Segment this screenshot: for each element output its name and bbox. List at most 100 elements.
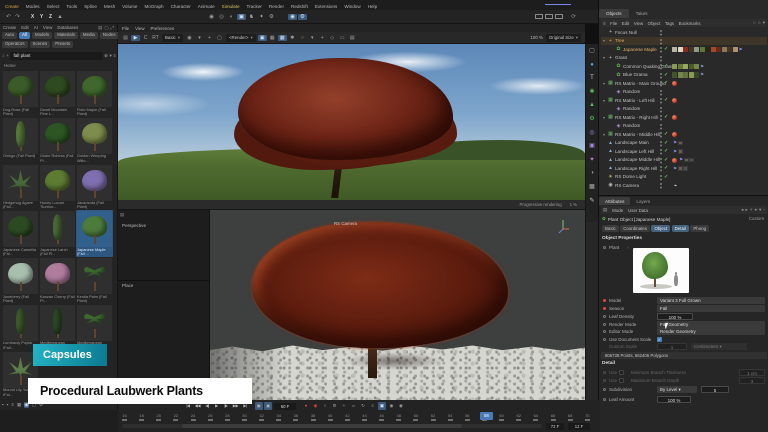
tool-strip-icon[interactable]: T [587,73,598,84]
tool-strip-icon[interactable]: ▦ [587,182,598,193]
folder-icon[interactable]: ▾ [110,53,112,59]
material-swatch[interactable] [716,47,721,53]
tool-icon[interactable]: ♞ [247,14,256,20]
asset-item[interactable]: Kanzan Cherry (Fall Pl... [39,257,76,304]
home-icon[interactable]: ⌂ [2,53,5,58]
tool-strip-icon[interactable]: ◎ [587,128,598,139]
keyframe-dot[interactable] [603,299,606,302]
render-toolbar-icon[interactable]: ◉ [185,35,194,41]
visibility-dots[interactable] [660,183,662,185]
tool-strip-icon[interactable]: ⚙ [587,114,598,125]
om-menu[interactable]: Edit [622,21,630,26]
size-dropdown[interactable]: Original Size▾ [546,34,581,42]
asset-item[interactable]: Juneberry (Fall Plant) [2,257,39,304]
axis-lock-button[interactable]: Y [37,14,46,20]
menu-item[interactable]: Spline [84,4,97,9]
render-toolbar-icon[interactable]: C [141,35,150,41]
object-row[interactable]: ✿ Common Quaking Grass ✓ ⚑ [601,62,767,71]
attr-menu[interactable]: User Data [628,208,648,213]
menu-item[interactable]: Tools [66,4,77,9]
editor-mode-dropdown[interactable]: Render Geometry [657,328,765,335]
enabled-check-icon[interactable]: ✓ [664,174,668,180]
filter-tab[interactable]: Nodes [100,32,119,39]
layout-icon[interactable] [555,14,563,19]
keying-icon[interactable]: ▣ [378,402,386,410]
leaf-amount-field[interactable]: 100 % [657,396,691,403]
asset-item[interactable]: Globe Robinia (Fall Pl... [39,117,76,164]
render-toolbar-icon[interactable]: ○ [298,35,307,41]
material-swatch[interactable] [727,47,732,53]
perspective-viewport[interactable]: RS Camera [210,210,585,400]
material-swatch[interactable] [678,72,683,78]
object-row[interactable]: ▲ Landscape Left Hill ✓ ⚑ [601,147,767,156]
om-menu[interactable]: Bookmarks [679,21,701,26]
material-swatch[interactable] [733,47,738,53]
keyframe-dot[interactable] [603,307,606,310]
playhead[interactable]: 58 [480,412,493,420]
render-mode-dropdown[interactable]: Basic▾ [162,34,183,42]
material-swatch[interactable] [683,47,688,53]
plant-preview-image[interactable] [633,248,689,293]
viewport-label-perspective[interactable]: Perspective [122,223,146,228]
footer-icon[interactable]: ▦ [17,402,21,408]
visibility-dots[interactable] [660,90,662,92]
filter-tab[interactable]: All [19,32,30,39]
render-toolbar-icon[interactable]: ✱ [288,35,297,41]
filter-tab[interactable]: Auto [2,32,17,39]
menu-item[interactable]: Volume [122,4,137,9]
render-toolbar-icon[interactable]: ▦ [268,35,277,41]
layout-icon[interactable] [545,14,553,19]
menu-item[interactable]: Tracker [247,4,262,9]
enabled-check-icon[interactable]: ✓ [664,140,668,146]
enabled-check-icon[interactable]: ✓ [664,80,668,86]
subdivision-mode-dropdown[interactable]: By Level ▾ [657,386,697,393]
object-row[interactable]: ▾ ▦ RS Matrix - Right Hill ✓ ⚑ [601,113,767,122]
object-row[interactable]: + Focus Null ⚑ [601,28,767,37]
visibility-dots[interactable] [660,47,662,49]
render-button[interactable]: ◉ [288,14,297,20]
filter-tab[interactable]: Presets [52,41,73,48]
enabled-check-icon[interactable]: ✓ [664,131,668,137]
render-toolbar-icon[interactable]: + [318,35,327,41]
param-dot[interactable] [603,330,606,333]
om-menu[interactable]: Tags [665,21,674,26]
tab-lay[interactable]: Layers [630,197,656,205]
visibility-dots[interactable] [660,158,662,160]
search-menu-icon[interactable]: ≡ [113,53,116,58]
visibility-dots[interactable] [660,141,662,143]
object-name[interactable]: Focus Null [615,30,637,35]
material-swatch[interactable] [672,64,677,70]
reload-icon[interactable]: ⟳ [569,14,578,20]
object-name[interactable]: Random [623,123,640,128]
object-row[interactable]: ◈ Random ⚑ [601,122,767,131]
tool-strip-icon[interactable]: ▢ [587,46,598,57]
menu-item[interactable]: Character [171,4,191,9]
attr-menu[interactable]: Mode [612,208,623,213]
object-row[interactable]: ▾ + Grass ⚑ [601,54,767,63]
enabled-check-icon[interactable]: ✓ [664,72,668,78]
material-swatch[interactable] [694,64,699,70]
render-button[interactable]: ⚙ [298,14,307,20]
tool-strip-icon[interactable]: ✦ [587,155,598,166]
render-toolbar-icon[interactable]: ▦ [278,35,287,41]
asset-item[interactable]: Field Maple (Fall Plant) [76,70,113,117]
render-toolbar-icon[interactable]: ▾ [195,35,204,41]
object-name[interactable]: RS Matrix - Right Hill [615,115,658,120]
object-name[interactable]: Tree [615,38,624,43]
object-row[interactable]: ▲ Landscape Middle Hill ✓ ⚑ [601,156,767,165]
asset-browser-menu[interactable]: Create [3,25,16,30]
visibility-dots[interactable] [660,39,662,41]
enabled-check-icon[interactable]: ✓ [664,114,668,120]
object-name[interactable]: Landscape Right Hill [615,166,657,171]
param-dot[interactable] [603,371,606,374]
menu-item[interactable]: Extensions [315,4,337,9]
asset-item[interactable]: Jacaranda (Fall Plant) [76,164,113,211]
enabled-check-icon[interactable]: ✓ [664,165,668,171]
keying-icon[interactable]: ▱ [350,402,358,410]
om-menu[interactable]: Object [648,21,661,26]
object-name[interactable]: RS Matrix - Middle Hill [615,132,660,137]
attr-right-icon[interactable]: ⌖ [754,207,757,213]
visibility-dots[interactable] [660,115,662,117]
object-tag-icon[interactable] [678,166,683,171]
range-end-field[interactable]: 12 F [568,423,590,430]
